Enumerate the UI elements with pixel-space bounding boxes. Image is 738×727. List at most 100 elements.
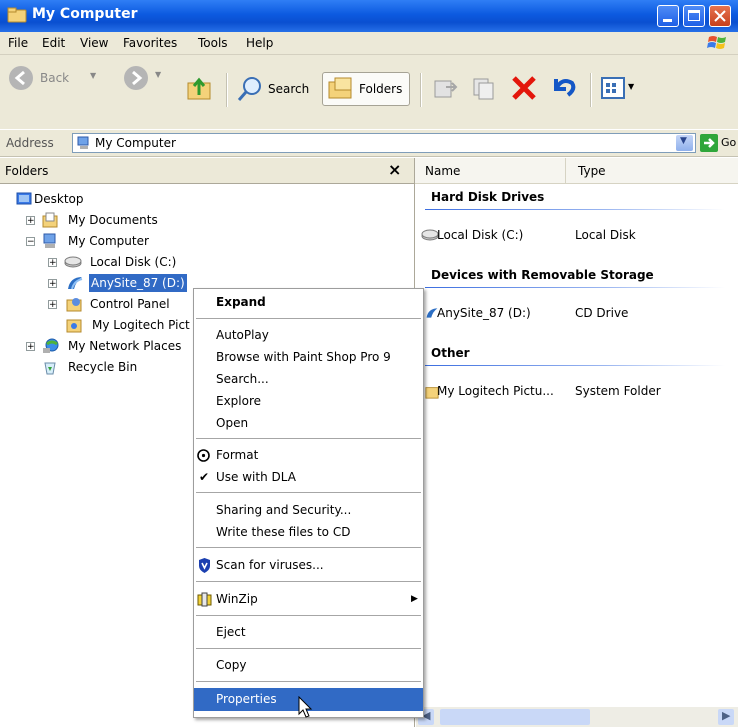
scroll-right-button[interactable]: ▶ xyxy=(718,709,734,725)
checkmark-icon: ✔ xyxy=(199,470,210,484)
menu-separator xyxy=(196,581,421,582)
go-button[interactable]: Go xyxy=(700,133,736,153)
close-pane-icon[interactable]: × xyxy=(388,160,401,179)
address-dropdown-button[interactable]: ▼ xyxy=(676,135,693,151)
list-item-local-disk[interactable]: Local Disk (C:) Local Disk xyxy=(419,226,719,246)
group-hard-disk-drives: Hard Disk Drives xyxy=(431,190,545,204)
window-title: My Computer xyxy=(32,6,138,22)
desktop-icon xyxy=(16,192,32,205)
antivirus-shield-icon xyxy=(199,558,210,573)
menu-item-expand[interactable]: Expand xyxy=(194,291,423,314)
toolbar-separator xyxy=(590,73,592,107)
views-icon xyxy=(601,77,625,99)
menu-separator xyxy=(196,547,421,548)
menu-separator xyxy=(196,648,421,649)
forward-button[interactable]: ▼ xyxy=(123,65,168,93)
toolbar: Back ▼ ▼ Search Folders ▼ xyxy=(0,55,738,129)
windows-logo-icon xyxy=(707,36,726,49)
column-header-name[interactable]: Name xyxy=(415,158,566,184)
recycle-bin-icon xyxy=(44,362,56,375)
address-label: Address xyxy=(6,136,54,150)
menu-view[interactable]: View xyxy=(80,36,108,50)
my-documents-icon xyxy=(42,212,58,228)
folders-pane-header: Folders × xyxy=(0,158,414,184)
search-icon xyxy=(237,77,261,101)
back-button[interactable]: Back ▼ xyxy=(8,61,108,95)
column-header-type[interactable]: Type xyxy=(566,158,738,184)
menu-separator xyxy=(196,615,421,616)
expand-icon[interactable]: + xyxy=(26,216,35,226)
network-places-icon xyxy=(43,338,59,353)
copy-to-icon[interactable] xyxy=(470,75,498,101)
menu-item-open[interactable]: Open xyxy=(194,412,423,435)
menu-tools[interactable]: Tools xyxy=(198,36,228,50)
mouse-cursor-icon xyxy=(298,696,313,718)
menu-item-search[interactable]: Search... xyxy=(194,368,423,391)
menu-file[interactable]: File xyxy=(8,36,28,50)
expand-icon[interactable]: + xyxy=(48,300,57,310)
group-removable-storage: Devices with Removable Storage xyxy=(431,268,654,282)
views-button[interactable]: ▼ xyxy=(600,75,644,103)
file-list-pane: Name Type Hard Disk Drives Local Disk (C… xyxy=(415,158,738,727)
menu-item-autoplay[interactable]: AutoPlay xyxy=(194,324,423,347)
group-divider xyxy=(425,287,725,288)
context-menu: Expand AutoPlay Browse with Paint Shop P… xyxy=(193,288,424,718)
minimize-icon xyxy=(663,19,672,22)
menu-bar: File Edit View Favorites Tools Help xyxy=(0,32,738,55)
title-bar[interactable]: My Computer xyxy=(0,0,738,32)
close-icon xyxy=(714,10,726,22)
menu-item-winzip[interactable]: WinZip ▶ xyxy=(194,588,423,611)
menu-item-eject[interactable]: Eject xyxy=(194,621,423,644)
menu-separator xyxy=(196,438,421,439)
menu-item-use-with-dla[interactable]: ✔ Use with DLA xyxy=(194,466,423,489)
maximize-icon xyxy=(688,10,700,21)
list-item-my-logitech[interactable]: My Logitech Pictu... System Folder xyxy=(425,382,725,402)
undo-icon[interactable] xyxy=(548,73,578,101)
menu-item-write-cd[interactable]: Write these files to CD xyxy=(194,521,423,544)
minimize-button[interactable] xyxy=(657,5,679,27)
cd-drive-icon xyxy=(68,277,83,290)
folders-title: Folders xyxy=(5,164,49,178)
chevron-right-icon: ▶ xyxy=(722,709,731,722)
menu-item-explore[interactable]: Explore xyxy=(194,390,423,413)
delete-icon[interactable] xyxy=(510,75,538,101)
group-other: Other xyxy=(431,346,470,360)
close-button[interactable] xyxy=(709,5,731,27)
forward-arrow-icon xyxy=(124,66,148,90)
menu-edit[interactable]: Edit xyxy=(42,36,65,50)
group-divider xyxy=(425,365,725,366)
my-computer-icon xyxy=(43,233,56,248)
search-button[interactable]: Search xyxy=(236,73,316,105)
horizontal-scrollbar[interactable]: ◀ ▶ xyxy=(416,707,738,727)
my-computer-icon xyxy=(7,7,27,23)
dropdown-arrow-icon: ▼ xyxy=(628,82,635,91)
folders-icon xyxy=(328,77,352,99)
menu-separator xyxy=(196,681,421,682)
address-value: My Computer xyxy=(95,136,176,150)
hard-disk-icon xyxy=(64,256,82,268)
address-input[interactable]: My Computer ▼ xyxy=(72,133,696,153)
up-folder-icon[interactable] xyxy=(186,75,214,101)
scroll-thumb[interactable] xyxy=(440,709,590,725)
menu-item-sharing-security[interactable]: Sharing and Security... xyxy=(194,499,423,522)
address-bar: Address My Computer ▼ Go xyxy=(0,129,738,157)
group-divider xyxy=(425,209,725,210)
menu-item-copy[interactable]: Copy xyxy=(194,654,423,677)
folders-button[interactable]: Folders xyxy=(322,72,410,106)
expand-icon[interactable]: + xyxy=(48,258,57,268)
menu-item-format[interactable]: Format xyxy=(194,444,423,467)
picture-folder-icon xyxy=(66,319,82,333)
maximize-button[interactable] xyxy=(683,5,705,27)
menu-item-scan-viruses[interactable]: Scan for viruses... xyxy=(194,554,423,577)
collapse-icon[interactable]: − xyxy=(26,237,35,247)
list-item-anysite[interactable]: AnySite_87 (D:) CD Drive xyxy=(425,304,725,324)
menu-favorites[interactable]: Favorites xyxy=(123,36,177,50)
expand-icon[interactable]: + xyxy=(48,279,57,289)
menu-item-paint-shop[interactable]: Browse with Paint Shop Pro 9 xyxy=(194,346,423,369)
move-to-icon[interactable] xyxy=(432,75,460,101)
toolbar-separator xyxy=(420,73,422,107)
my-computer-icon xyxy=(77,136,89,149)
back-arrow-icon xyxy=(9,66,33,90)
menu-help[interactable]: Help xyxy=(246,36,273,50)
expand-icon[interactable]: + xyxy=(26,342,35,352)
